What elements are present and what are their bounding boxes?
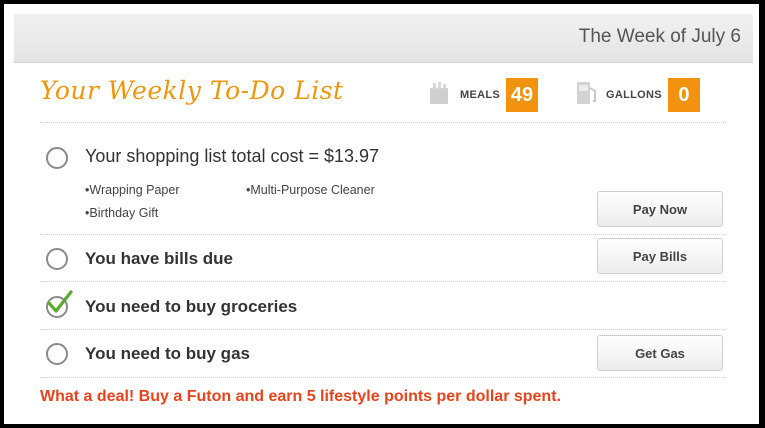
- meals-stat: MEALS 49: [428, 78, 538, 112]
- list-item: •Birthday Gift: [85, 206, 159, 220]
- task-text: You need to buy gas: [85, 344, 250, 363]
- divider: [40, 329, 726, 330]
- gallons-count: 0: [667, 78, 700, 112]
- list-item: •Multi-Purpose Cleaner: [246, 183, 375, 197]
- task-text: You have bills due: [85, 249, 233, 268]
- meals-label: MEALS: [460, 89, 500, 101]
- gallons-label: GALLONS: [606, 89, 662, 101]
- gallons-stat: GALLONS 0: [574, 78, 700, 112]
- page-title: Your Weekly To-Do List: [40, 76, 344, 105]
- meals-count: 49: [506, 78, 538, 112]
- pay-now-button[interactable]: Pay Now: [597, 191, 723, 227]
- task-checkbox[interactable]: [46, 248, 68, 270]
- week-label: The Week of July 6: [578, 26, 741, 47]
- gas-pump-icon: [574, 79, 600, 112]
- task-text: You need to buy groceries: [85, 297, 298, 316]
- promo-link[interactable]: What a deal! Buy a Futon and earn 5 life…: [40, 388, 561, 406]
- divider: [40, 234, 726, 235]
- checkmark-icon: [44, 288, 74, 323]
- task-text: Your shopping list total cost = $13.97: [85, 146, 380, 166]
- pay-bills-button[interactable]: Pay Bills: [597, 238, 723, 274]
- list-item: •Wrapping Paper: [85, 183, 180, 197]
- header-bar: The Week of July 6: [14, 14, 753, 63]
- task-checkbox[interactable]: [46, 147, 68, 169]
- divider: [40, 281, 726, 282]
- meals-icon: [428, 80, 454, 111]
- divider: [40, 377, 726, 378]
- divider: [40, 122, 726, 123]
- get-gas-button[interactable]: Get Gas: [597, 335, 723, 371]
- task-checkbox[interactable]: [46, 343, 68, 365]
